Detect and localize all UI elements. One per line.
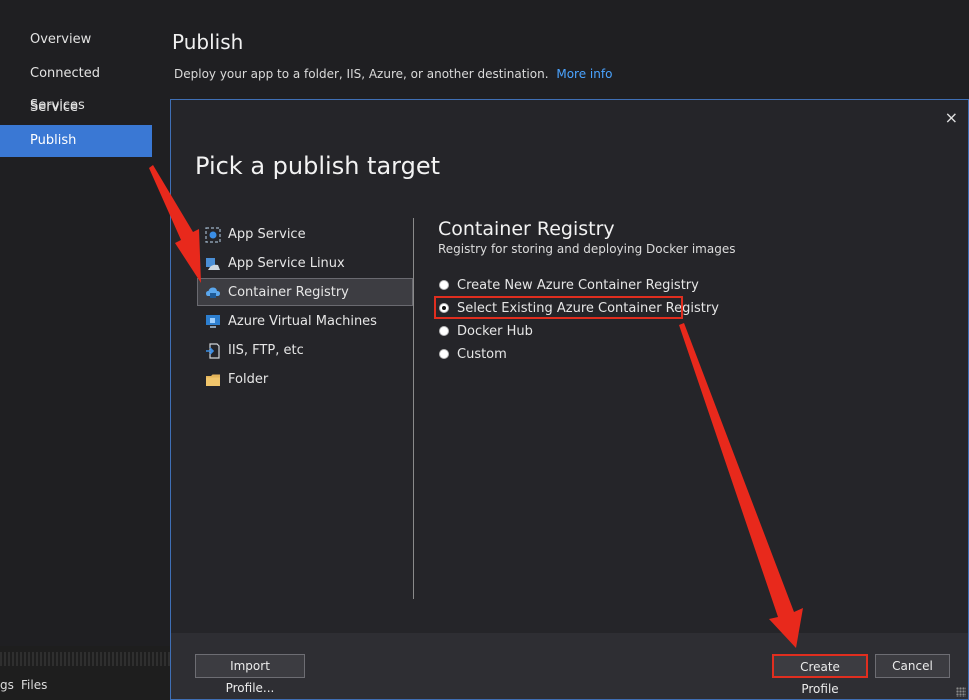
nav-item-publish[interactable]: Publish [0, 125, 152, 157]
publish-target-list: App Service App Service Linux Container … [197, 220, 413, 394]
dialog-footer: Import Profile... Create Profile Cancel [171, 633, 968, 699]
page-subtitle-text: Deploy your app to a folder, IIS, Azure,… [174, 67, 549, 81]
radio-button-checked[interactable] [439, 303, 449, 313]
target-label: IIS, FTP, etc [228, 343, 304, 358]
target-azure-virtual-machines[interactable]: Azure Virtual Machines [197, 307, 413, 335]
cancel-button[interactable]: Cancel [875, 654, 950, 678]
radio-button[interactable] [439, 349, 449, 359]
publish-target-dialog: × Pick a publish target App Service App … [170, 99, 969, 700]
option-custom[interactable]: Custom [438, 343, 938, 366]
bottom-tab-files[interactable]: Files [21, 678, 47, 692]
container-registry-icon [206, 287, 220, 298]
target-label: Azure Virtual Machines [228, 314, 377, 329]
target-app-service[interactable]: App Service [197, 220, 413, 248]
option-label: Docker Hub [457, 324, 533, 339]
app-service-linux-icon [206, 258, 220, 270]
dialog-title: Pick a publish target [195, 152, 441, 180]
radio-button[interactable] [439, 326, 449, 336]
sidebar: Overview Connected Services Service Refe… [0, 0, 170, 650]
target-label: Container Registry [228, 285, 349, 300]
target-label: Folder [228, 372, 269, 387]
target-iis-ftp[interactable]: IIS, FTP, etc [197, 336, 413, 364]
azure-vm-icon [206, 315, 220, 328]
page-title: Publish [172, 30, 244, 54]
close-icon[interactable]: × [945, 108, 958, 127]
details-title: Container Registry [438, 218, 615, 240]
folder-icon [206, 374, 220, 386]
page-subtitle: Deploy your app to a folder, IIS, Azure,… [174, 67, 612, 81]
option-docker-hub[interactable]: Docker Hub [438, 320, 938, 343]
target-container-registry[interactable]: Container Registry [197, 278, 413, 306]
bottom-tab-gs[interactable]: gs [0, 678, 14, 692]
option-select-existing-acr[interactable]: Select Existing Azure Container Registry [434, 296, 938, 320]
option-create-new-acr[interactable]: Create New Azure Container Registry [438, 274, 938, 297]
radio-button[interactable] [439, 280, 449, 290]
nav-item-overview[interactable]: Overview [0, 24, 152, 56]
nav-item-connected-services[interactable]: Connected Services [0, 58, 152, 113]
target-app-service-linux[interactable]: App Service Linux [197, 249, 413, 277]
import-profile-button[interactable]: Import Profile... [195, 654, 305, 695]
nav-item-service-references[interactable]: Service References [0, 92, 152, 147]
registry-options: Create New Azure Container Registry Sele… [434, 274, 938, 366]
option-label: Custom [457, 347, 507, 362]
vertical-divider [413, 218, 414, 599]
option-label: Create New Azure Container Registry [457, 278, 699, 293]
create-profile-button[interactable]: Create Profile [772, 654, 868, 696]
target-folder[interactable]: Folder [197, 365, 413, 393]
details-subtitle: Registry for storing and deploying Docke… [438, 242, 736, 256]
resize-grip-icon[interactable] [956, 687, 966, 697]
panel-splitter-grip[interactable] [0, 652, 170, 666]
app-service-icon [205, 227, 221, 243]
option-label: Select Existing Azure Container Registry [457, 301, 719, 316]
target-details-panel: Container Registry Registry for storing … [434, 218, 938, 366]
more-info-link[interactable]: More info [556, 67, 612, 81]
iis-ftp-icon [206, 343, 220, 359]
target-label: App Service [228, 227, 306, 242]
target-label: App Service Linux [228, 256, 345, 271]
